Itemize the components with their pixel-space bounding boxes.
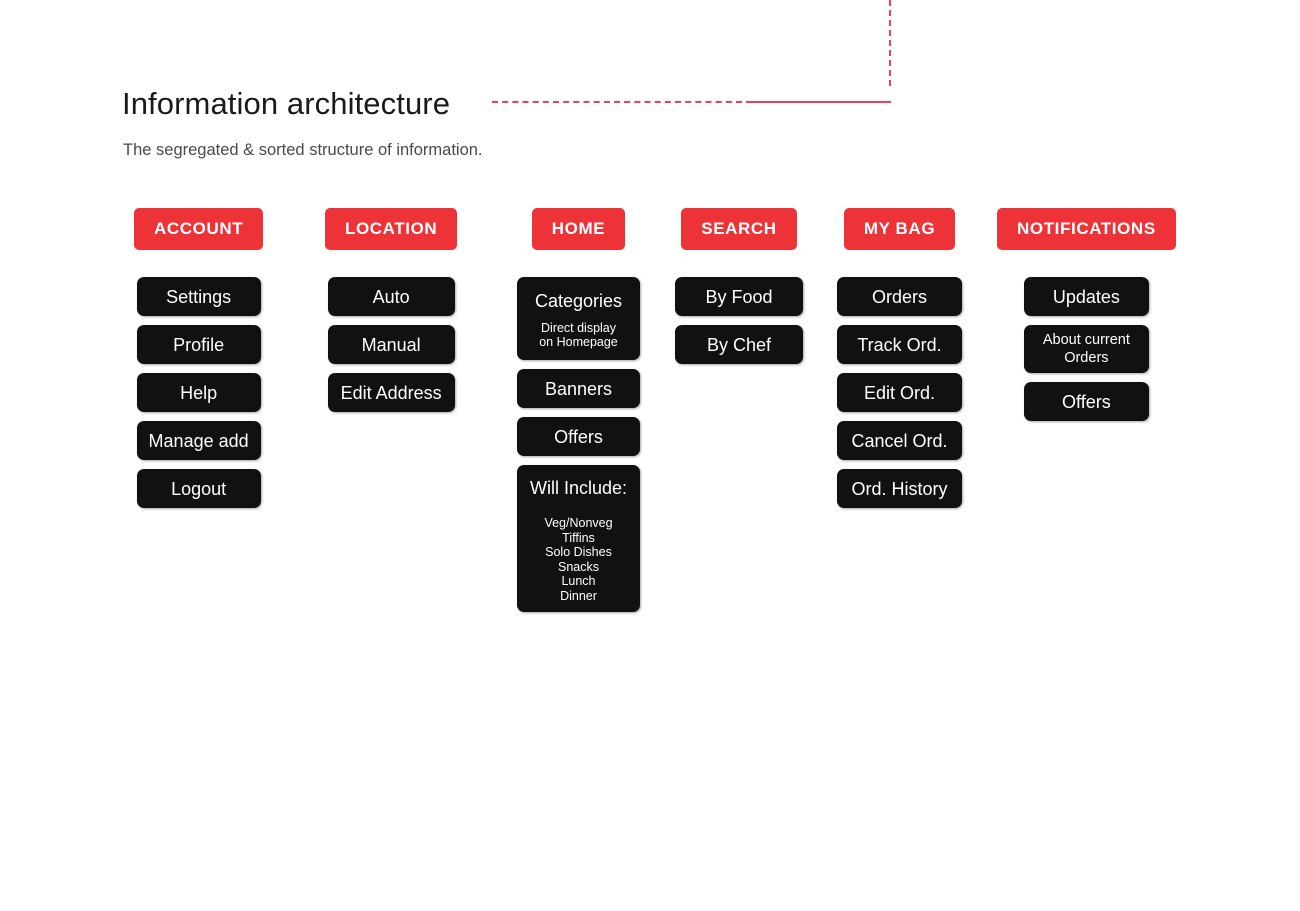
node-by-food[interactable]: By Food — [675, 277, 803, 316]
node-label: Profile — [173, 334, 225, 355]
node-list: Categories Direct display on Homepage Bann… — [517, 277, 640, 612]
node-orders[interactable]: Orders — [837, 277, 962, 316]
node-updates[interactable]: Updates — [1023, 277, 1149, 316]
sitemap-column: HOME Categories Direct display on Homepage… — [517, 208, 640, 612]
node-list: Settings Profile Help Manage add Logout — [136, 277, 261, 508]
node-label: Auto — [372, 286, 410, 307]
node-list: Auto Manual Edit Address — [327, 277, 455, 412]
node-list: Updates About current Orders Offers — [1023, 277, 1149, 421]
node-label: Settings — [166, 286, 232, 307]
section-header-location[interactable]: LOCATION — [325, 208, 458, 250]
node-label: Track Ord. — [857, 334, 942, 355]
node-categories[interactable]: Categories Direct display on Homepage — [517, 277, 640, 360]
node-by-chef[interactable]: By Chef — [675, 325, 803, 364]
sitemap-column: ACCOUNT Settings Profile Help Manage add Logo… — [134, 208, 264, 508]
node-label: Manage add — [148, 430, 249, 451]
node-list: By Food By Chef — [675, 277, 803, 364]
sitemap-column: SEARCH By Food By Chef — [675, 208, 803, 364]
node-ord-history[interactable]: Ord. History — [837, 469, 962, 508]
node-about-current-orders[interactable]: About current Orders — [1023, 325, 1149, 373]
node-sublabel: Veg/Nonveg Tiffins Solo Dishes Snacks Lu… — [544, 516, 613, 603]
node-label: Categories — [534, 290, 623, 311]
sitemap-column: MY BAG Orders Track Ord. Edit Ord. Cancel Or… — [837, 208, 962, 508]
node-list: Orders Track Ord. Edit Ord. Cancel Ord. Ord.… — [837, 277, 962, 508]
node-label: Ord. History — [851, 478, 948, 499]
sitemap-chart: ACCOUNT Settings Profile Help Manage add Logo… — [0, 0, 1300, 911]
node-will-include[interactable]: Will Include: Veg/Nonveg Tiffins Solo Dis… — [517, 465, 640, 612]
node-logout[interactable]: Logout — [136, 469, 261, 508]
node-label: Edit Ord. — [863, 382, 936, 403]
sitemap-column: NOTIFICATIONS Updates About current Orders… — [997, 208, 1176, 421]
node-settings[interactable]: Settings — [136, 277, 261, 316]
node-label: Orders — [871, 286, 927, 307]
section-header-account[interactable]: ACCOUNT — [134, 208, 264, 250]
section-header-search[interactable]: SEARCH — [681, 208, 797, 250]
node-banners[interactable]: Banners — [517, 369, 640, 408]
node-label: Updates — [1052, 286, 1120, 307]
node-label: Offers — [554, 426, 603, 447]
sitemap-column: LOCATION Auto Manual Edit Address — [325, 208, 458, 412]
node-label: Logout — [171, 478, 227, 499]
node-offers[interactable]: Offers — [517, 417, 640, 456]
node-label: Offers — [1062, 391, 1111, 412]
node-label: Manual — [361, 334, 421, 355]
section-header-home[interactable]: HOME — [531, 208, 626, 250]
node-help[interactable]: Help — [136, 373, 261, 412]
node-label: Edit Address — [340, 382, 442, 403]
node-edit-ord[interactable]: Edit Ord. — [837, 373, 962, 412]
node-edit-address[interactable]: Edit Address — [327, 373, 455, 412]
node-manual[interactable]: Manual — [327, 325, 455, 364]
node-cancel-ord[interactable]: Cancel Ord. — [837, 421, 962, 460]
node-sublabel: Direct display on Homepage — [539, 320, 618, 350]
section-header-notifications[interactable]: NOTIFICATIONS — [997, 208, 1176, 250]
node-label: Banners — [544, 378, 613, 399]
node-label: Will Include: — [529, 478, 628, 498]
node-track-ord[interactable]: Track Ord. — [837, 325, 962, 364]
node-offers[interactable]: Offers — [1023, 382, 1149, 421]
section-header-my-bag[interactable]: MY BAG — [843, 208, 956, 250]
node-manage-add[interactable]: Manage add — [136, 421, 261, 460]
node-label: By Chef — [706, 334, 772, 355]
node-label: About current Orders — [1042, 332, 1130, 366]
node-auto[interactable]: Auto — [327, 277, 455, 316]
node-label: By Food — [705, 286, 773, 307]
node-label: Help — [180, 382, 218, 403]
node-label: Cancel Ord. — [851, 430, 948, 451]
node-profile[interactable]: Profile — [136, 325, 261, 364]
